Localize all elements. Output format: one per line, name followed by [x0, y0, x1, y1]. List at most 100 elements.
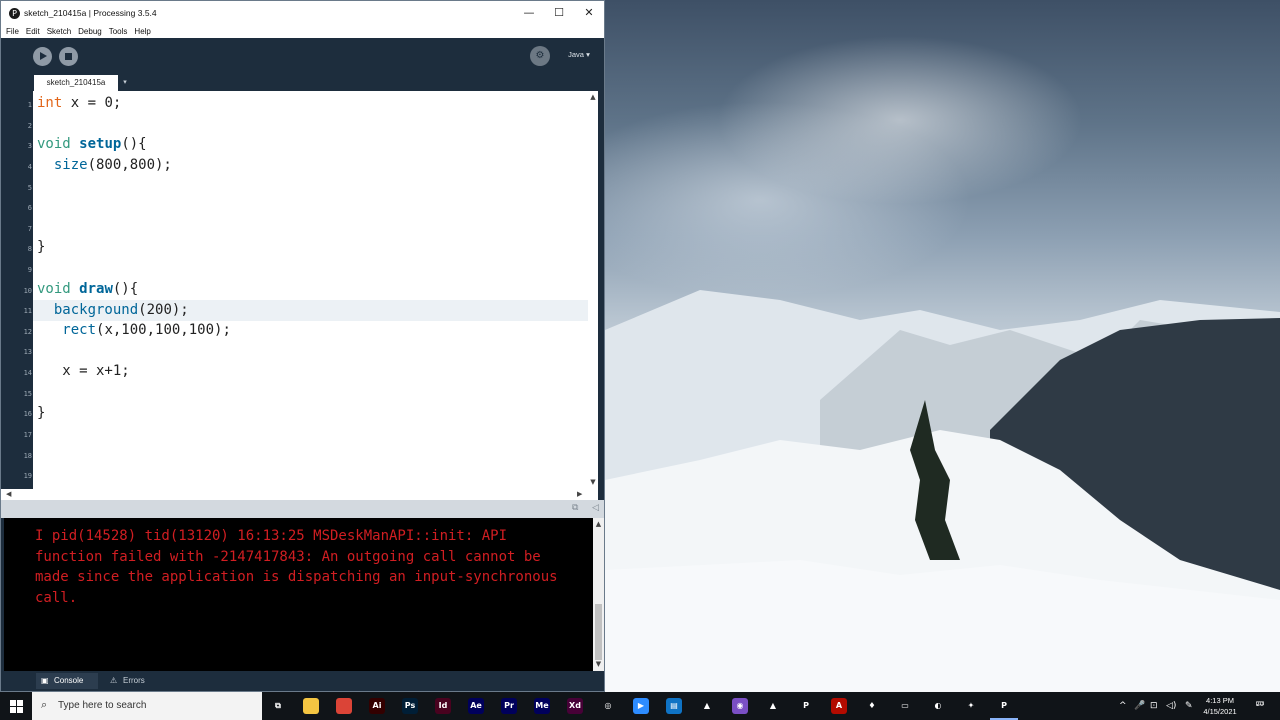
minimize-button[interactable]: — — [513, 1, 545, 25]
illustrator-icon[interactable]: Ai — [369, 698, 385, 714]
code-text: (800,800); — [87, 157, 172, 173]
line-number: 18 — [23, 452, 32, 460]
line-number: 16 — [23, 410, 32, 418]
editor-vertical-scrollbar[interactable]: ▲ ▼ — [588, 91, 598, 489]
line-number: 15 — [23, 390, 32, 398]
google-drive-icon[interactable]: ▲ — [699, 698, 715, 714]
clock-date: 4/15/2021 — [1203, 707, 1237, 716]
menu-tools[interactable]: Tools — [109, 27, 128, 36]
tab-sketch[interactable]: sketch_210415a — [34, 75, 118, 91]
processing-icon: P — [9, 7, 20, 19]
notepad-icon[interactable]: ▤ — [666, 698, 682, 714]
code-line-11: background(200); — [37, 300, 189, 321]
collapse-console-icon[interactable]: ◁ — [592, 503, 599, 513]
microphone-icon[interactable]: 🎤 — [1134, 692, 1145, 720]
scroll-right-icon[interactable]: ▶ — [577, 490, 582, 498]
code-line-12: rect(x,100,100,100); — [37, 320, 231, 341]
acrobat-icon[interactable]: A — [831, 698, 847, 714]
line-number: 19 — [23, 472, 32, 480]
code-line-10: void draw(){ — [37, 279, 138, 300]
line-number-gutter: 1 2 3 4 5 6 7 8 9 10 11 12 13 14 15 16 1… — [1, 91, 33, 489]
scroll-down-icon[interactable]: ▼ — [589, 478, 597, 487]
tray-chevron-icon[interactable]: ^ — [1119, 692, 1127, 720]
processing-active-icon[interactable]: P — [990, 698, 1018, 720]
function-background: background — [53, 302, 139, 318]
obs-icon[interactable]: ◉ — [732, 698, 748, 714]
chrome-icon[interactable] — [336, 698, 352, 714]
cinema4d-icon[interactable]: ◐ — [930, 698, 946, 714]
line-number: 3 — [27, 142, 32, 150]
stop-button[interactable] — [59, 47, 78, 66]
menu-bar: File Edit Sketch Debug Tools Help — [1, 25, 604, 38]
file-explorer-icon[interactable] — [303, 698, 319, 714]
scroll-thumb[interactable] — [595, 604, 602, 660]
copy-console-icon[interactable]: ⧉ — [572, 503, 578, 513]
scroll-up-icon[interactable]: ▲ — [589, 93, 597, 102]
console-output: I pid(14528) tid(13120) 16:13:25 MSDeskM… — [4, 518, 593, 671]
console-tabs: ▣ Console ⚠ Errors — [1, 671, 604, 691]
tab-console[interactable]: ▣ Console — [36, 673, 98, 689]
line-number: 11 — [23, 307, 32, 315]
code-line-14: x = x+1; — [37, 363, 130, 379]
menu-edit[interactable]: Edit — [26, 27, 40, 36]
scroll-left-icon[interactable]: ◀ — [6, 490, 11, 498]
start-button[interactable] — [0, 692, 32, 720]
run-button[interactable] — [33, 47, 52, 66]
zoom-icon[interactable]: ▶ — [633, 698, 649, 714]
debugger-icon[interactable]: ⚙ — [530, 46, 550, 66]
code-editor[interactable]: 1 2 3 4 5 6 7 8 9 10 11 12 13 14 15 16 1… — [1, 91, 604, 489]
code-text: (){ — [121, 136, 147, 152]
console-divider[interactable]: ⧉ ◁ — [1, 500, 604, 518]
code-line-1: int x = 0; — [37, 93, 121, 114]
scroll-up-icon[interactable]: ▲ — [594, 520, 603, 530]
media-encoder-icon[interactable]: Me — [534, 698, 550, 714]
indesign-icon[interactable]: Id — [435, 698, 451, 714]
line-number: 9 — [27, 266, 32, 274]
tab-console-label: Console — [54, 676, 84, 685]
tab-menu-arrow-icon[interactable]: ▾ — [119, 75, 131, 91]
menu-file[interactable]: File — [6, 27, 19, 36]
processing-icon[interactable]: P — [798, 698, 814, 714]
search-box[interactable]: ⌕ Type here to search — [32, 692, 262, 720]
after-effects-icon[interactable]: Ae — [468, 698, 484, 714]
terminal-icon[interactable]: ▭ — [897, 698, 913, 714]
pen-icon[interactable]: ✎ — [1185, 692, 1193, 720]
maximize-button[interactable]: ☐ — [543, 1, 575, 25]
close-button[interactable]: ✕ — [573, 1, 605, 25]
code-line-4: size(800,800); — [37, 155, 172, 176]
volume-icon[interactable]: ◁) — [1166, 692, 1176, 720]
notification-app-icon[interactable]: ♦ — [864, 698, 880, 714]
vlc-icon[interactable]: ▲ — [765, 698, 781, 714]
xd-icon[interactable]: Xd — [567, 698, 583, 714]
menu-help[interactable]: Help — [134, 27, 150, 36]
clock[interactable]: 4:13 PM 4/15/2021 — [1198, 695, 1242, 717]
scroll-down-icon[interactable]: ▼ — [594, 660, 603, 670]
title-bar[interactable]: P sketch_210415a | Processing 3.5.4 — ☐ … — [1, 1, 604, 25]
line-number: 5 — [27, 184, 32, 192]
task-view-icon[interactable]: ⧉ — [270, 698, 286, 714]
tab-errors[interactable]: ⚠ Errors — [105, 673, 165, 689]
code-area[interactable]: int x = 0; void setup(){ size(800,800); … — [33, 91, 588, 489]
taskbar: ⌕ Type here to search ⧉ Ai Ps Id Ae Pr Me Xd ◎ ▶ ▤… — [0, 692, 1280, 720]
line-number: 17 — [23, 431, 32, 439]
editor-horizontal-scrollbar[interactable]: ◀ ▶ — [1, 489, 598, 500]
network-icon[interactable]: ⊡ — [1150, 692, 1158, 720]
function-setup: setup — [79, 136, 122, 152]
photoshop-icon[interactable]: Ps — [402, 698, 418, 714]
mode-selector[interactable]: Java ▾ — [559, 46, 599, 64]
code-text: (x,100,100,100); — [96, 322, 231, 338]
menu-sketch[interactable]: Sketch — [47, 27, 71, 36]
line-number: 6 — [27, 204, 32, 212]
premiere-icon[interactable]: Pr — [501, 698, 517, 714]
notification-center-icon[interactable]: ▭ 20 — [1252, 698, 1268, 714]
menu-debug[interactable]: Debug — [78, 27, 102, 36]
tool-icon[interactable]: ✦ — [963, 698, 979, 714]
console-error-text: I pid(14528) tid(13120) 16:13:25 MSDeskM… — [35, 528, 567, 607]
keyword-int: int — [37, 95, 63, 111]
inkscape-icon[interactable]: ◎ — [600, 698, 616, 714]
line-number: 12 — [23, 328, 32, 336]
tab-errors-label: Errors — [123, 676, 145, 685]
console-scrollbar[interactable]: ▲ ▼ — [593, 518, 604, 671]
line-number: 10 — [23, 287, 32, 295]
